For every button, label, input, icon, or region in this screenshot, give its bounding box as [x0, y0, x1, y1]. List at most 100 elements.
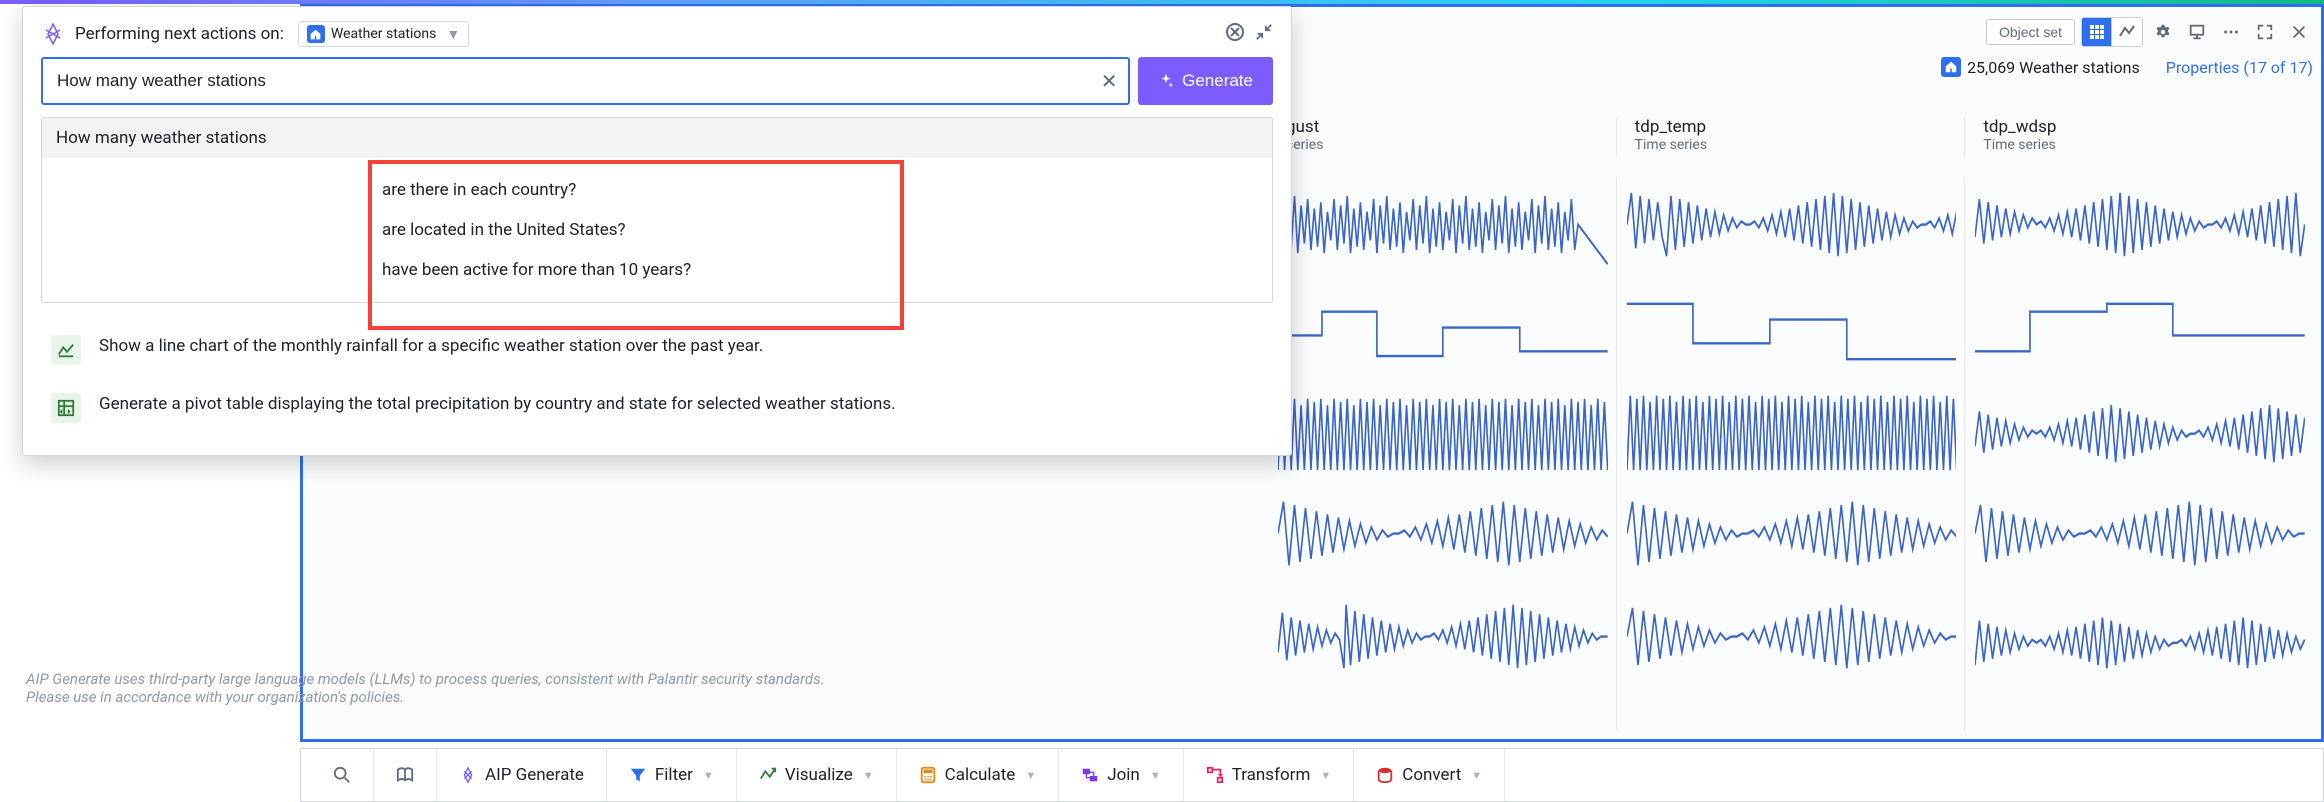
chevron-down-icon: ▼ — [703, 769, 714, 782]
generate-label: Generate — [1182, 71, 1253, 91]
sparkline — [1627, 280, 1957, 375]
action-text: Show a line chart of the monthly rainfal… — [99, 335, 763, 359]
chart-column — [1975, 177, 2313, 731]
disclaimer-line-1: AIP Generate uses third-party large lang… — [26, 670, 1254, 688]
chevron-down-icon: ▼ — [1320, 769, 1331, 782]
sparkline — [1975, 486, 2305, 581]
aip-logo-icon — [41, 22, 65, 46]
sparkline — [1627, 589, 1957, 684]
search-row: ✕ Generate — [23, 57, 1291, 117]
properties-link[interactable]: Properties (17 of 17) — [2166, 58, 2313, 77]
settings-icon[interactable] — [2149, 18, 2177, 46]
chart-column — [1278, 177, 1617, 731]
action-row[interactable]: Generate a pivot table displaying the to… — [41, 379, 1273, 437]
sparkline — [1278, 589, 1608, 684]
query-input[interactable] — [57, 71, 1096, 91]
sparkline — [1975, 177, 2305, 272]
disclaimer: AIP Generate uses third-party large lang… — [22, 666, 1272, 724]
sparkline — [1278, 280, 1608, 375]
pivot-table-icon — [51, 393, 81, 423]
transform-button[interactable]: Transform ▼ — [1184, 749, 1355, 801]
column-header[interactable]: tdp_wdsp Time series — [1975, 117, 2313, 157]
calculate-button[interactable]: Calculate ▼ — [897, 749, 1060, 801]
convert-button[interactable]: Convert ▼ — [1354, 749, 1505, 801]
search-box[interactable]: ✕ — [41, 57, 1130, 105]
chart-view-icon[interactable] — [2112, 18, 2142, 46]
popover-title: Performing next actions on: — [75, 24, 284, 44]
sparkline — [1975, 383, 2305, 478]
sparkline — [1278, 177, 1608, 272]
search-button[interactable] — [311, 749, 374, 801]
grid-view-icon[interactable] — [2082, 18, 2112, 46]
aip-label: AIP Generate — [485, 765, 584, 785]
home-icon — [1941, 57, 1961, 77]
sparkline — [1627, 383, 1957, 478]
visualize-button[interactable]: Visualize ▼ — [737, 749, 897, 801]
chart-column — [1627, 177, 1966, 731]
action-text: Generate a pivot table displaying the to… — [99, 393, 896, 417]
suggestion-item[interactable]: are located in the United States? — [42, 210, 1272, 250]
calculate-label: Calculate — [945, 765, 1016, 785]
sparkline — [1627, 177, 1957, 272]
sparkline — [1278, 383, 1608, 478]
column-subtitle: Time series — [1983, 137, 2305, 153]
collapse-icon[interactable] — [1255, 23, 1273, 45]
column-header[interactable]: gust series — [1278, 117, 1617, 157]
chevron-down-icon: ▼ — [1150, 769, 1161, 782]
book-button[interactable] — [374, 749, 437, 801]
view-toggle-group — [2081, 17, 2143, 47]
action-row[interactable]: Show a line chart of the monthly rainfal… — [41, 321, 1273, 379]
join-button[interactable]: Join ▼ — [1059, 749, 1184, 801]
convert-label: Convert — [1402, 765, 1461, 785]
bottom-toolbar: AIP Generate Filter ▼ Visualize ▼ Calcul… — [300, 748, 2324, 802]
generate-button[interactable]: Generate — [1138, 57, 1273, 105]
more-icon[interactable] — [2217, 18, 2245, 46]
visualize-label: Visualize — [785, 765, 853, 785]
filter-button[interactable]: Filter ▼ — [607, 749, 737, 801]
clear-icon[interactable]: ✕ — [1096, 69, 1122, 93]
action-list: Show a line chart of the monthly rainfal… — [23, 315, 1291, 455]
sparkline — [1975, 589, 2305, 684]
column-title: gust — [1286, 117, 1608, 137]
column-header[interactable]: tdp_temp Time series — [1627, 117, 1966, 157]
filter-label: Filter — [655, 765, 693, 785]
transform-label: Transform — [1232, 765, 1311, 785]
suggestions-panel: How many weather stations are there in e… — [41, 117, 1273, 303]
sparkle-icon — [1158, 73, 1174, 89]
popover-header: Performing next actions on: Weather stat… — [23, 7, 1291, 57]
column-title: tdp_temp — [1635, 117, 1957, 137]
chevron-down-icon: ▼ — [1471, 769, 1482, 782]
top-toolbar: Object set — [1986, 17, 2313, 47]
object-count-text: 25,069 Weather stations — [1967, 58, 2140, 77]
line-chart-icon — [51, 335, 81, 365]
column-subtitle: Time series — [1635, 137, 1957, 153]
sparkline — [1627, 486, 1957, 581]
expand-icon[interactable] — [2251, 18, 2279, 46]
context-chip[interactable]: Weather stations ▼ — [298, 21, 469, 47]
suggestion-list: are there in each country? are located i… — [42, 158, 1272, 302]
chevron-down-icon: ▼ — [446, 26, 460, 43]
cancel-icon[interactable] — [1225, 22, 1245, 46]
join-label: Join — [1107, 765, 1140, 785]
summary-bar: 25,069 Weather stations Properties (17 o… — [1941, 57, 2313, 77]
chevron-down-icon: ▼ — [1025, 769, 1036, 782]
chart-grid — [1278, 177, 2313, 731]
object-set-button[interactable]: Object set — [1986, 19, 2075, 45]
presentation-icon[interactable] — [2183, 18, 2211, 46]
columns-header: gust series tdp_temp Time series tdp_wds… — [1278, 117, 2313, 157]
aip-popover: Performing next actions on: Weather stat… — [22, 6, 1292, 456]
chip-label: Weather stations — [331, 26, 437, 42]
close-icon[interactable] — [2285, 18, 2313, 46]
suggestion-item[interactable]: are there in each country? — [42, 170, 1272, 210]
suggestion-item[interactable]: have been active for more than 10 years? — [42, 250, 1272, 290]
column-subtitle: series — [1286, 137, 1608, 153]
suggestion-header: How many weather stations — [42, 118, 1272, 158]
sparkline — [1278, 486, 1608, 581]
object-count: 25,069 Weather stations — [1941, 57, 2140, 77]
chevron-down-icon: ▼ — [863, 769, 874, 782]
sparkline — [1975, 280, 2305, 375]
home-icon — [307, 25, 325, 43]
aip-generate-button[interactable]: AIP Generate — [437, 749, 607, 801]
disclaimer-line-2: Please use in accordance with your organ… — [26, 688, 1254, 706]
column-title: tdp_wdsp — [1983, 117, 2305, 137]
